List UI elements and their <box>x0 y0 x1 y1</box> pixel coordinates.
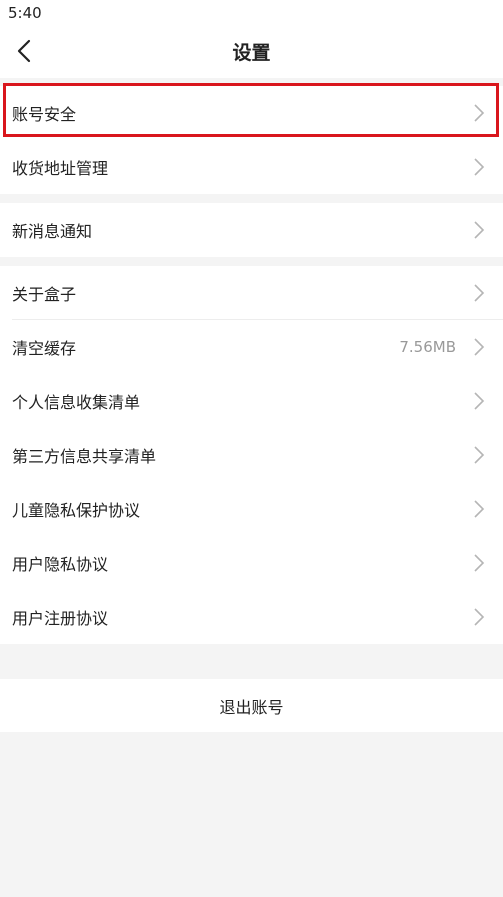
settings-item-label: 个人信息收集清单 <box>12 393 141 412</box>
settings-item-children-privacy[interactable]: 儿童隐私保护协议 <box>0 482 503 536</box>
chevron-right-icon <box>474 104 485 122</box>
settings-item-user-privacy[interactable]: 用户隐私协议 <box>0 536 503 590</box>
settings-item-third-party-list[interactable]: 第三方信息共享清单 <box>0 428 503 482</box>
settings-item-notifications[interactable]: 新消息通知 <box>0 203 503 257</box>
settings-item-user-agreement[interactable]: 用户注册协议 <box>0 590 503 644</box>
chevron-right-icon <box>474 608 485 626</box>
settings-item-label: 账号安全 <box>12 105 77 124</box>
status-time: 5:40 <box>8 4 42 22</box>
settings-item-about[interactable]: 关于盒子 <box>0 266 503 320</box>
logout-label: 退出账号 <box>219 697 284 717</box>
status-bar: 5:40 <box>0 0 503 26</box>
settings-item-account-security[interactable]: 账号安全 <box>0 86 503 140</box>
settings-item-label: 关于盒子 <box>12 285 77 304</box>
settings-item-label: 收货地址管理 <box>12 159 109 178</box>
settings-item-personal-info-list[interactable]: 个人信息收集清单 <box>0 374 503 428</box>
chevron-right-icon <box>474 338 485 356</box>
cache-size-value: 7.56MB <box>399 338 456 356</box>
chevron-right-icon <box>474 392 485 410</box>
chevron-right-icon <box>474 221 485 239</box>
logout-button[interactable]: 退出账号 <box>0 679 503 732</box>
settings-item-label: 用户注册协议 <box>12 609 109 628</box>
settings-item-label: 清空缓存 <box>12 339 77 358</box>
settings-group-about: 关于盒子 清空缓存 7.56MB 个人信息收集清单 第三方信息共享清单 儿童隐私… <box>0 266 503 644</box>
chevron-right-icon <box>474 554 485 572</box>
settings-item-label: 儿童隐私保护协议 <box>12 501 141 520</box>
settings-item-label: 第三方信息共享清单 <box>12 447 157 466</box>
nav-bar: 设置 <box>0 26 503 78</box>
settings-item-address[interactable]: 收货地址管理 <box>0 140 503 194</box>
settings-group-notifications: 新消息通知 <box>0 203 503 257</box>
chevron-right-icon <box>474 500 485 518</box>
chevron-right-icon <box>474 284 485 302</box>
settings-item-label: 用户隐私协议 <box>12 555 109 574</box>
settings-item-clear-cache[interactable]: 清空缓存 7.56MB <box>0 320 503 374</box>
page-title: 设置 <box>232 42 271 64</box>
settings-group-account: 账号安全 收货地址管理 <box>0 86 503 194</box>
settings-item-label: 新消息通知 <box>12 222 93 241</box>
chevron-right-icon <box>474 446 485 464</box>
chevron-right-icon <box>474 158 485 176</box>
